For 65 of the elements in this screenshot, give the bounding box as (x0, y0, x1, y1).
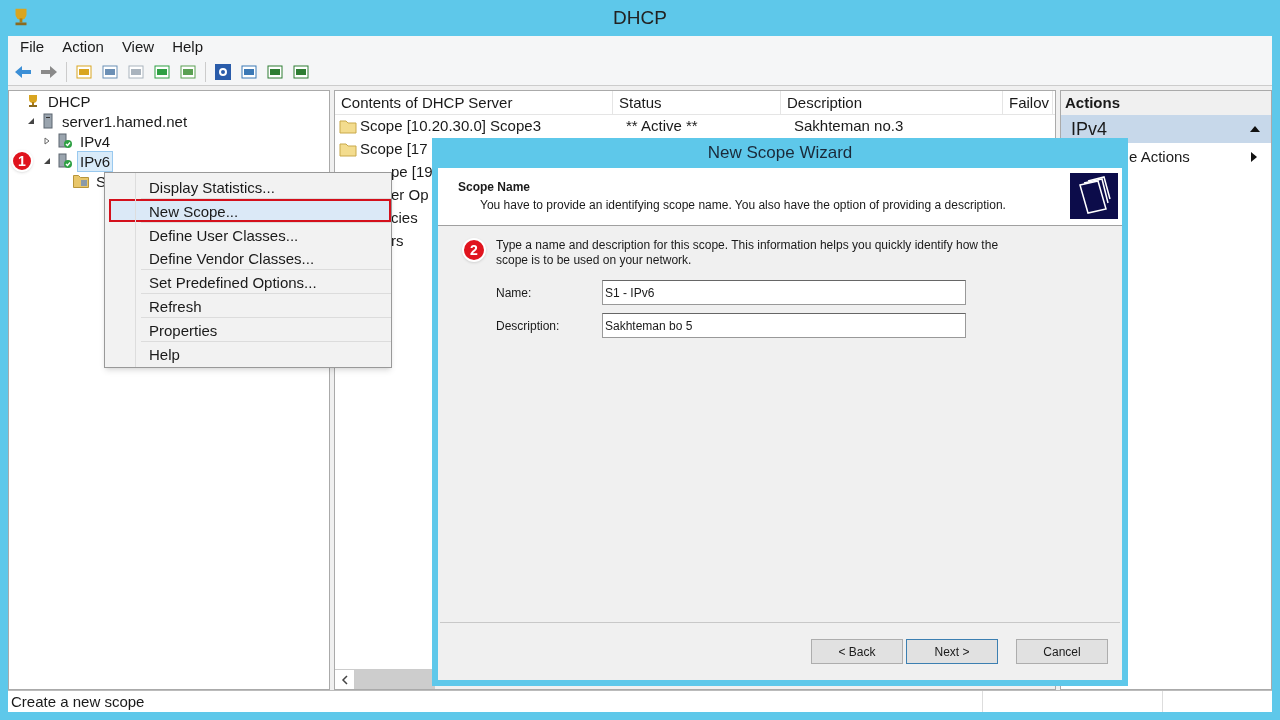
window-title: DHCP (613, 5, 667, 30)
menu-item[interactable]: View (121, 35, 155, 59)
menu-option[interactable]: Properties (109, 318, 391, 341)
actions-header: Actions (1061, 91, 1271, 115)
chevron-left-icon (340, 674, 349, 685)
menu-option[interactable]: Define User Classes... (109, 223, 391, 246)
scroll-left-button[interactable] (335, 670, 355, 689)
menu-option[interactable]: Set Predefined Options... (109, 270, 391, 293)
dialog-title: New Scope Wizard (706, 142, 854, 164)
table-cell-text: Scope [10.20.30.0] Scope3 (360, 116, 542, 137)
menu-option[interactable]: New Scope... (109, 199, 391, 222)
field-label: Description: (496, 317, 561, 335)
table-cell-text: cies (391, 208, 418, 229)
collapsed-arrow-icon[interactable] (43, 137, 51, 145)
server-icon (41, 113, 55, 129)
folder-icon (339, 119, 357, 134)
menu-option[interactable]: Define Vendor Classes... (109, 246, 391, 269)
folder-icon (73, 174, 89, 188)
scrollbar-thumb[interactable] (355, 670, 435, 689)
tree-item[interactable]: server1.hamed.net (59, 110, 191, 132)
status-text: Create a new scope (10, 692, 146, 712)
menu-item[interactable]: File (20, 35, 45, 59)
step-marker: 1 (11, 150, 33, 172)
step-marker: 2 (462, 238, 486, 262)
expanded-arrow-icon[interactable] (27, 117, 35, 125)
menu-option[interactable]: Help (109, 342, 391, 365)
folders-icon (1070, 173, 1118, 219)
menu-option[interactable]: Display Statistics... (109, 175, 391, 198)
wizard-header-subtitle: You have to provide an identifying scope name. You also have the option of providing a description. (479, 197, 1007, 214)
column-header[interactable]: Status (613, 91, 781, 114)
back-arrow-icon[interactable] (14, 64, 32, 79)
wizard-header-title: Scope Name (458, 179, 532, 196)
field-label: Name: (496, 284, 533, 302)
expanded-arrow-icon[interactable] (43, 157, 51, 165)
text-field[interactable]: Sakhteman bo 5 (602, 313, 966, 338)
menu-option[interactable]: Refresh (109, 294, 391, 317)
pane-icon[interactable] (240, 62, 258, 81)
pane-icon[interactable] (101, 62, 119, 81)
wizard-button[interactable]: Cancel (1016, 639, 1108, 664)
menu-item[interactable]: Action (62, 35, 104, 59)
action-item[interactable]: e Actions (1129, 145, 1190, 169)
submenu-arrow-icon (1250, 152, 1257, 162)
tree-item[interactable]: IPv4 (77, 130, 113, 152)
column-header[interactable]: Failov (1003, 91, 1053, 114)
folder-icon (339, 142, 357, 157)
forward-arrow-icon[interactable] (40, 64, 58, 79)
table-cell-text: ** Active ** (625, 116, 699, 137)
actions-section-header[interactable]: IPv4 (1061, 115, 1271, 143)
tree-item[interactable]: IPv6 (77, 150, 113, 172)
wizard-button[interactable]: < Back (811, 639, 903, 664)
server-check-icon (57, 133, 73, 149)
table-cell-text: Scope [17 (360, 139, 429, 160)
collapse-arrow-icon[interactable] (1249, 125, 1261, 133)
instructions-text: Type a name and description for this scope. This information helps you quickly identify how the scope is to be used on your network. (496, 238, 1000, 268)
table-cell-text: rs (391, 231, 404, 252)
menu-item[interactable]: Help (172, 35, 203, 59)
text-field[interactable]: S1 - IPv6 (602, 280, 966, 305)
table-cell-text: er Op (391, 185, 429, 206)
table-cell-text: Sakhteman no.3 (793, 116, 904, 137)
column-header[interactable]: Contents of DHCP Server (335, 91, 613, 114)
tree-item[interactable]: DHCP (45, 90, 94, 112)
table-cell-text: pe [19 (391, 162, 433, 183)
column-header[interactable]: Description (781, 91, 1003, 114)
server-check-icon (57, 153, 73, 169)
wizard-button[interactable]: Next > (906, 639, 998, 664)
